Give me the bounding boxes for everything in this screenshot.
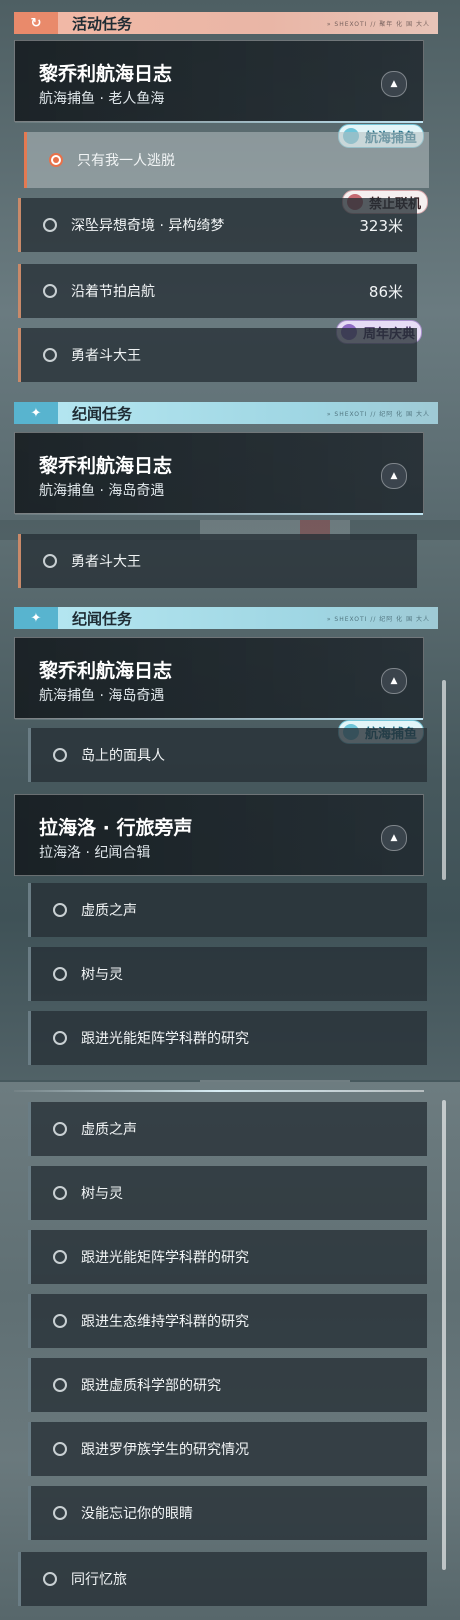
radio-icon	[53, 748, 67, 762]
quest-row[interactable]: 跟进生态维持学科群的研究	[28, 1294, 427, 1348]
quest-label: 没能忘记你的眼睛	[81, 1506, 193, 1522]
quest-title: 黎乔利航海日志	[39, 660, 173, 682]
quest-row[interactable]: 勇者斗大王	[18, 328, 417, 382]
radio-icon	[53, 1314, 67, 1328]
radio-icon	[53, 1186, 67, 1200]
quest-label: 跟进虚质科学部的研究	[81, 1378, 221, 1394]
quest-subtitle: 航海捕鱼 · 老人鱼海	[39, 91, 165, 107]
section-title: 纪闻任务	[72, 404, 133, 423]
quest-title: 黎乔利航海日志	[39, 63, 173, 85]
radio-icon	[53, 967, 67, 981]
quest-row[interactable]: 树与灵	[28, 1166, 427, 1220]
quest-label: 勇者斗大王	[71, 554, 141, 570]
quest-card[interactable]: 拉海洛 · 行旅旁声 拉海洛 · 纪闻合辑 ▲	[14, 794, 424, 876]
collapse-toggle-icon[interactable]: ▲	[381, 463, 407, 489]
radio-icon	[53, 1031, 67, 1045]
distance: 323米	[359, 216, 403, 235]
quest-label: 只有我一人逃脱	[77, 153, 175, 169]
quest-row[interactable]: 只有我一人逃脱	[24, 132, 429, 188]
collapse-toggle-icon[interactable]: ▲	[381, 825, 407, 851]
quest-label: 树与灵	[81, 1186, 123, 1202]
section-title: 纪闻任务	[72, 609, 133, 628]
quest-subtitle: 拉海洛 · 纪闻合辑	[39, 845, 151, 861]
sparkle-icon: ✦	[14, 402, 58, 424]
section-title: 活动任务	[72, 14, 133, 33]
sparkle-icon: ✦	[14, 607, 58, 629]
radio-icon	[53, 1122, 67, 1136]
event-section-header[interactable]: ↻ 活动任务 » SHEXOTI // 聚年 化 国 大人	[14, 12, 438, 34]
radio-icon	[43, 218, 57, 232]
quest-title: 拉海洛 · 行旅旁声	[39, 817, 193, 839]
quest-row[interactable]: 虚质之声	[28, 1102, 427, 1156]
scrollbar[interactable]	[442, 680, 446, 880]
quest-title: 黎乔利航海日志	[39, 455, 173, 477]
quest-label: 虚质之声	[81, 903, 137, 919]
quest-label: 岛上的面具人	[81, 748, 165, 764]
radio-icon	[53, 1250, 67, 1264]
quest-row[interactable]: 岛上的面具人	[28, 728, 427, 782]
radio-selected-icon	[49, 153, 63, 167]
quest-label: 深坠异想奇境 · 异构绮梦	[71, 218, 225, 234]
quest-row[interactable]: 同行忆旅	[18, 1552, 427, 1606]
quest-label: 跟进生态维持学科群的研究	[81, 1314, 249, 1330]
card-underline	[15, 121, 423, 123]
quest-label: 跟进光能矩阵学科群的研究	[81, 1031, 249, 1047]
quest-label: 虚质之声	[81, 1122, 137, 1138]
quest-label: 树与灵	[81, 967, 123, 983]
quest-row[interactable]: 虚质之声	[28, 883, 427, 937]
radio-icon	[53, 1378, 67, 1392]
section-tag: » SHEXOTI // 纪阿 化 国 大人	[326, 615, 430, 623]
radio-icon	[43, 554, 57, 568]
quest-label: 勇者斗大王	[71, 348, 141, 364]
quest-subtitle: 航海捕鱼 · 海岛奇遇	[39, 483, 165, 499]
quest-label: 跟进光能矩阵学科群的研究	[81, 1250, 249, 1266]
card-underline	[15, 513, 423, 515]
quest-row[interactable]: 跟进罗伊族学生的研究情况	[28, 1422, 427, 1476]
quest-label: 跟进罗伊族学生的研究情况	[81, 1442, 249, 1458]
quest-row[interactable]: 跟进虚质科学部的研究	[28, 1358, 427, 1412]
quest-row[interactable]: 沿着节拍启航 86米	[18, 264, 417, 318]
quest-row[interactable]: 没能忘记你的眼睛	[28, 1486, 427, 1540]
quest-row[interactable]: 树与灵	[28, 947, 427, 1001]
quest-card[interactable]: 黎乔利航海日志 航海捕鱼 · 海岛奇遇 ▲	[14, 432, 424, 515]
quest-label: 同行忆旅	[71, 1572, 127, 1588]
collapse-toggle-icon[interactable]: ▲	[381, 668, 407, 694]
distance: 86米	[368, 282, 403, 301]
quest-row[interactable]: 深坠异想奇境 · 异构绮梦 323米	[18, 198, 417, 252]
quest-subtitle: 航海捕鱼 · 海岛奇遇	[39, 688, 165, 704]
radio-icon	[43, 348, 57, 362]
section-divider	[14, 1090, 424, 1092]
radio-icon	[53, 1442, 67, 1456]
quest-card[interactable]: 黎乔利航海日志 航海捕鱼 · 老人鱼海 ▲	[14, 40, 424, 123]
radio-icon	[43, 1572, 57, 1586]
section-tag: » SHEXOTI // 纪阿 化 国 大人	[326, 410, 430, 418]
radio-icon	[43, 284, 57, 298]
collapse-toggle-icon[interactable]: ▲	[381, 71, 407, 97]
story-section-header[interactable]: ✦ 纪闻任务 » SHEXOTI // 纪阿 化 国 大人	[14, 607, 438, 629]
radio-icon	[53, 1506, 67, 1520]
scrollbar[interactable]	[442, 1100, 446, 1570]
radio-icon	[53, 903, 67, 917]
return-icon: ↻	[14, 12, 58, 34]
quest-row[interactable]: 勇者斗大王	[18, 534, 417, 588]
quest-label: 沿着节拍启航	[71, 284, 155, 300]
section-tag: » SHEXOTI // 聚年 化 国 大人	[326, 20, 430, 28]
quest-card[interactable]: 黎乔利航海日志 航海捕鱼 · 海岛奇遇 ▲	[14, 637, 424, 720]
quest-row[interactable]: 跟进光能矩阵学科群的研究	[28, 1230, 427, 1284]
quest-row[interactable]: 跟进光能矩阵学科群的研究	[28, 1011, 427, 1065]
story-section-header[interactable]: ✦ 纪闻任务 » SHEXOTI // 纪阿 化 国 大人	[14, 402, 438, 424]
